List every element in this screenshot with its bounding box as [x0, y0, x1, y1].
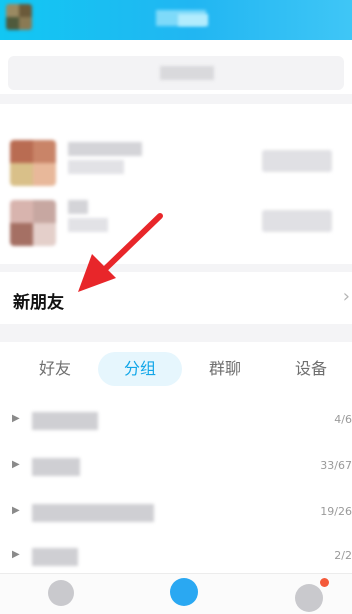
notification-badge: [320, 578, 329, 587]
group-row[interactable]: ▶ 2/2: [0, 536, 352, 578]
group-row[interactable]: ▶ 4/6: [0, 400, 352, 442]
contacts-icon[interactable]: [170, 578, 198, 606]
dynamic-icon[interactable]: [295, 584, 323, 612]
tab-group-chats[interactable]: 群聊: [190, 352, 260, 386]
expand-triangle-icon: ▶: [12, 505, 20, 516]
tab-groups[interactable]: 分组: [98, 352, 182, 386]
tab-bar: 好友 分组 群聊 设备: [0, 342, 352, 398]
bottom-nav: [0, 573, 352, 614]
group-count: 4/6: [334, 413, 352, 426]
group-name-redacted: [32, 412, 98, 430]
expand-triangle-icon: ▶: [12, 549, 20, 560]
group-list: ▶ 4/6 ▶ 33/67 ▶ 19/26 ▶ 2/2: [0, 398, 352, 573]
group-row[interactable]: ▶ 33/67: [0, 446, 352, 488]
group-name-redacted: [32, 504, 154, 522]
tab-devices[interactable]: 设备: [276, 352, 346, 386]
group-count: 19/26: [320, 505, 352, 518]
tab-friends[interactable]: 好友: [20, 352, 90, 386]
group-count: 2/2: [334, 549, 352, 562]
expand-triangle-icon: ▶: [12, 413, 20, 424]
group-name-redacted: [32, 548, 78, 566]
group-name-redacted: [32, 458, 80, 476]
group-count: 33/67: [320, 459, 352, 472]
expand-triangle-icon: ▶: [12, 459, 20, 470]
messages-icon[interactable]: [48, 580, 74, 606]
group-row[interactable]: ▶ 19/26: [0, 492, 352, 534]
